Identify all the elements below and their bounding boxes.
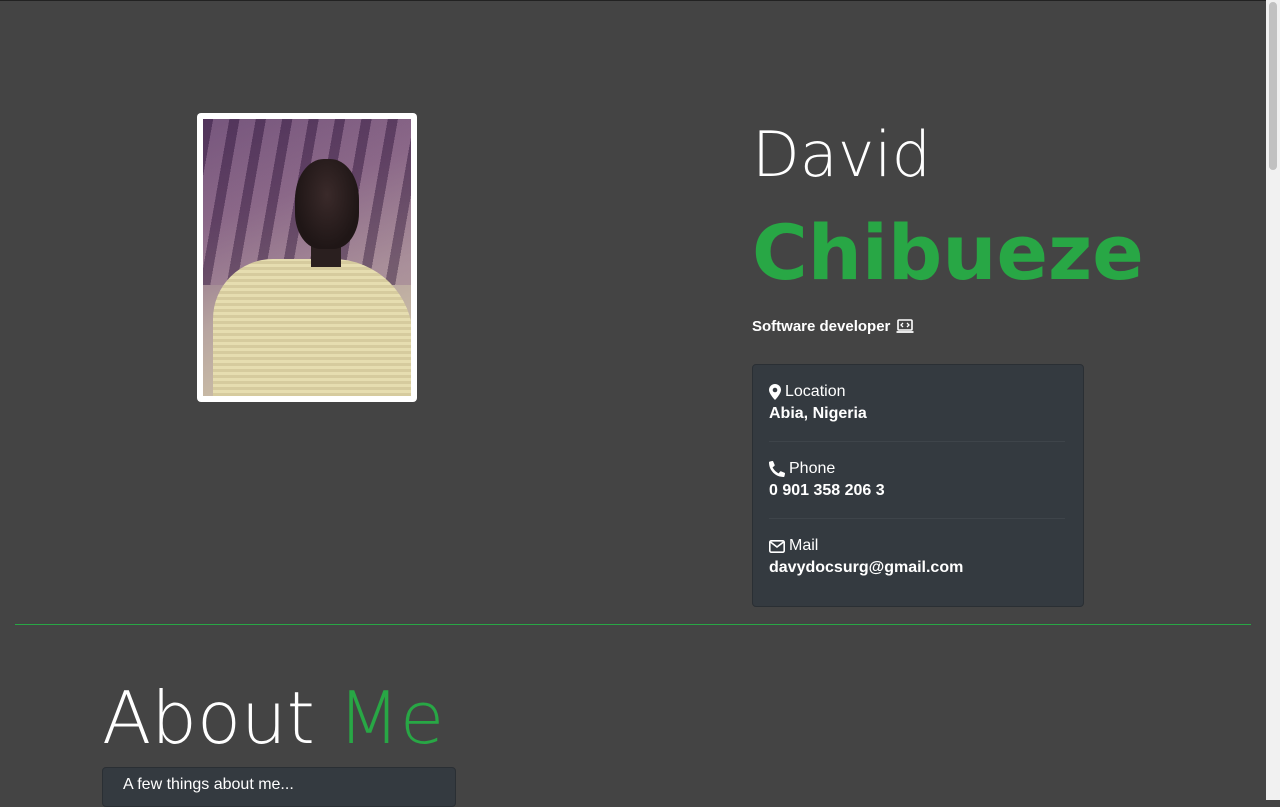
laptop-code-icon bbox=[896, 319, 914, 334]
contact-location: Location Abia, Nigeria bbox=[769, 383, 1067, 423]
profile-photo-frame bbox=[197, 113, 417, 402]
contact-phone: Phone 0 901 358 206 3 bbox=[769, 460, 1067, 500]
role-title: Software developer bbox=[752, 318, 914, 335]
about-card-text: A few things about me... bbox=[123, 776, 294, 793]
top-border bbox=[0, 0, 1280, 1]
about-heading: About Me bbox=[102, 676, 444, 760]
phone-label: Phone bbox=[789, 460, 836, 477]
mail-value[interactable]: davydocsurg@gmail.com bbox=[769, 559, 1067, 577]
scrollbar-thumb[interactable] bbox=[1269, 2, 1277, 170]
about-card: A few things about me... bbox=[102, 767, 456, 807]
about-heading-accent: Me bbox=[337, 676, 445, 760]
about-heading-main: About bbox=[102, 676, 315, 760]
profile-photo bbox=[203, 119, 411, 396]
first-name: David bbox=[752, 118, 932, 191]
mail-label: Mail bbox=[789, 537, 819, 554]
phone-icon bbox=[769, 461, 785, 477]
location-value: Abia, Nigeria bbox=[769, 405, 867, 422]
page-scrollbar[interactable] bbox=[1266, 0, 1280, 800]
phone-value: 0 901 358 206 3 bbox=[769, 482, 885, 499]
contact-card: Location Abia, Nigeria Phone 0 901 358 2… bbox=[752, 364, 1084, 607]
location-label: Location bbox=[785, 383, 846, 400]
contact-mail: Mail davydocsurg@gmail.com bbox=[769, 537, 1067, 577]
map-marker-icon bbox=[769, 384, 781, 400]
section-divider bbox=[15, 624, 1251, 625]
contact-divider bbox=[769, 441, 1065, 442]
last-name: Chibueze bbox=[752, 208, 1144, 297]
envelope-icon bbox=[769, 539, 785, 553]
role-text: Software developer bbox=[752, 318, 891, 335]
contact-divider bbox=[769, 518, 1065, 519]
